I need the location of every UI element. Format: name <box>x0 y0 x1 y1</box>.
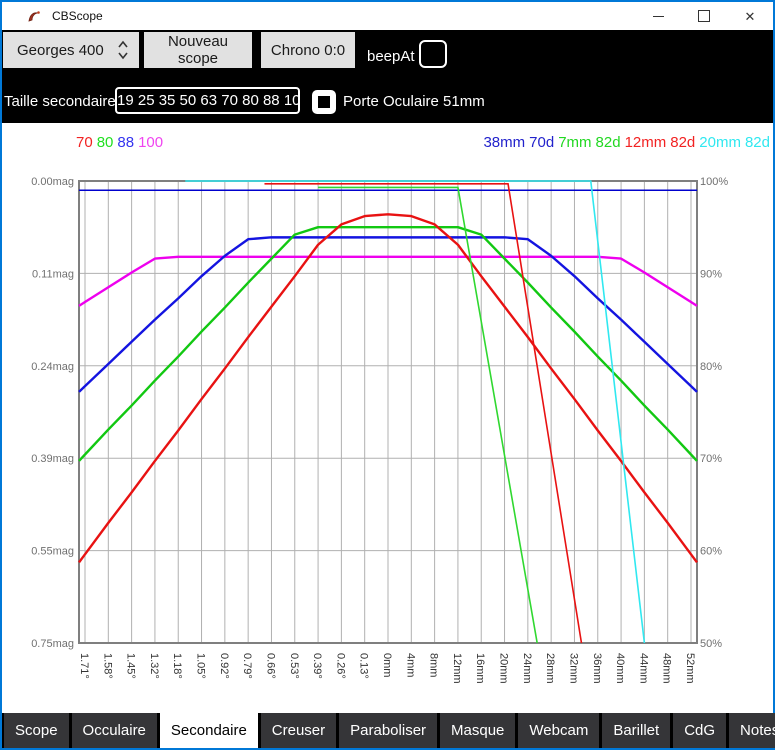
close-icon: ✕ <box>744 8 756 24</box>
y-axis-label-right: 60% <box>700 546 722 558</box>
y-axis-label-left: 0.39mag <box>31 453 74 465</box>
x-axis-label: 8mm <box>428 653 440 677</box>
x-axis-label: 0.79° <box>241 653 253 679</box>
tab-scope[interactable]: Scope <box>4 713 69 748</box>
maximize-button[interactable] <box>681 2 727 30</box>
y-axis-label-left: 0.11mag <box>32 268 74 280</box>
app-window: CBScope ✕ Georges 400 Nouveau scope Chro… <box>0 0 775 750</box>
toolbar: Georges 400 Nouveau scope Chrono 0:0 bee… <box>2 30 773 123</box>
x-axis-label: 4mm <box>404 653 416 677</box>
close-button[interactable]: ✕ <box>727 2 773 30</box>
tab-creuser[interactable]: Creuser <box>260 713 337 748</box>
scope-selector[interactable]: Georges 400 <box>3 32 139 68</box>
x-axis-label: 0.53° <box>288 653 300 679</box>
legend-item-70d: 70d <box>529 134 555 151</box>
illumination-chart: 0.00mag 100% 0.11mag 90% 0.24mag 80% 0.39mag 70… <box>31 176 728 684</box>
legend-item-12mm: 12mm <box>624 134 667 151</box>
x-axis-label: 1.05° <box>195 653 207 679</box>
tab-cdg[interactable]: CdG <box>673 713 727 748</box>
y-axis-label-right: 100% <box>700 176 728 188</box>
legend-item-38mm: 38mm <box>483 134 526 151</box>
chart-area: 0.00mag 100% 0.11mag 90% 0.24mag 80% 0.39mag 70… <box>2 123 773 713</box>
x-axis-label: 1.45° <box>125 653 137 679</box>
legend-item-100: 100 <box>138 134 164 151</box>
x-axis-label: 24mm <box>521 653 533 684</box>
chevron-up-down-icon <box>118 40 128 60</box>
legend-item-82d: 82d <box>595 134 621 151</box>
tab-webcam[interactable]: Webcam <box>518 713 600 748</box>
x-axis-label: 20mm <box>498 653 510 684</box>
nouveau-scope-button[interactable]: Nouveau scope <box>144 32 252 68</box>
x-axis-label: 32mm <box>567 653 579 684</box>
x-axis-label: 44mm <box>637 653 649 684</box>
x-axis-label: 1.32° <box>148 653 160 679</box>
y-axis-label-left: 0.55mag <box>31 546 74 558</box>
x-axis-label: 0mm <box>381 653 393 677</box>
window-title: CBScope <box>52 9 103 23</box>
beepat-label: beepAt <box>367 48 415 65</box>
x-axis-label: 16mm <box>474 653 486 684</box>
window-controls: ✕ <box>635 2 773 30</box>
x-axis-label: 52mm <box>684 653 696 684</box>
y-axis-label-left: 0.75mag <box>31 638 74 650</box>
x-axis-label: 1.71° <box>78 653 90 679</box>
tab-barillet[interactable]: Barillet <box>602 713 671 748</box>
legend-item-82d: 82d <box>670 134 696 151</box>
x-axis-label: 36mm <box>591 653 603 684</box>
tab-occulaire[interactable]: Occulaire <box>71 713 157 748</box>
tab-masque[interactable]: Masque <box>440 713 516 748</box>
porte-oculaire-checkbox[interactable] <box>312 90 336 114</box>
maximize-icon <box>698 10 710 22</box>
legend-item-7mm: 7mm <box>558 134 592 151</box>
legend-item-82d: 82d <box>744 134 770 151</box>
x-axis-label: 40mm <box>614 653 626 684</box>
x-axis-label: 0.39° <box>311 653 323 679</box>
y-axis-label-right: 90% <box>700 268 722 280</box>
porte-oculaire-label: Porte Oculaire 51mm <box>343 93 485 110</box>
x-axis-label: 28mm <box>544 653 556 684</box>
beepat-checkbox[interactable] <box>419 40 447 68</box>
legend-secondary-sizes: 70 80 88 100 <box>76 134 167 151</box>
x-axis-label: 0.13° <box>358 653 370 679</box>
x-axis-label: 12mm <box>451 653 463 684</box>
app-icon <box>28 11 40 22</box>
x-axis-label: 1.18° <box>171 653 183 679</box>
x-axis-label: 0.26° <box>334 653 346 679</box>
x-axis-label: 0.66° <box>264 653 276 679</box>
scope-selector-value: Georges 400 <box>17 41 104 59</box>
y-axis-label-right: 70% <box>700 453 722 465</box>
tab-notes[interactable]: Notes <box>729 713 775 748</box>
x-axis-label: 0.92° <box>218 653 230 679</box>
title-bar: CBScope ✕ <box>2 2 773 30</box>
y-axis-label-right: 80% <box>700 361 722 373</box>
y-axis-label-left: 0.00mag <box>31 176 74 188</box>
tab-secondaire[interactable]: Secondaire <box>159 713 258 748</box>
x-axis-label: 1.58° <box>101 653 113 679</box>
legend-item-88: 88 <box>117 134 135 151</box>
tab-paraboliser[interactable]: Paraboliser <box>339 713 438 748</box>
tab-bar: Scope Occulaire Secondaire Creuser Parabolis… <box>2 713 775 748</box>
eyepiece-line-20mm-82d <box>185 180 646 644</box>
chrono-button[interactable]: Chrono 0:0 <box>261 32 355 68</box>
minimize-icon <box>652 15 664 17</box>
legend-item-70: 70 <box>76 134 93 151</box>
legend-item-80: 80 <box>96 134 114 151</box>
taille-secondaires-input[interactable] <box>115 87 300 114</box>
x-axis-label: 48mm <box>661 653 673 684</box>
y-axis-label-right: 50% <box>700 638 722 650</box>
y-axis-label-left: 0.24mag <box>31 361 74 373</box>
minimize-button[interactable] <box>635 2 681 30</box>
taille-secondaires-label: Taille secondaires <box>4 93 124 110</box>
legend-eyepieces: 38mm 70d 7mm 82d 12mm 82d 20mm 82d <box>483 134 770 151</box>
legend-item-20mm: 20mm <box>699 134 741 151</box>
